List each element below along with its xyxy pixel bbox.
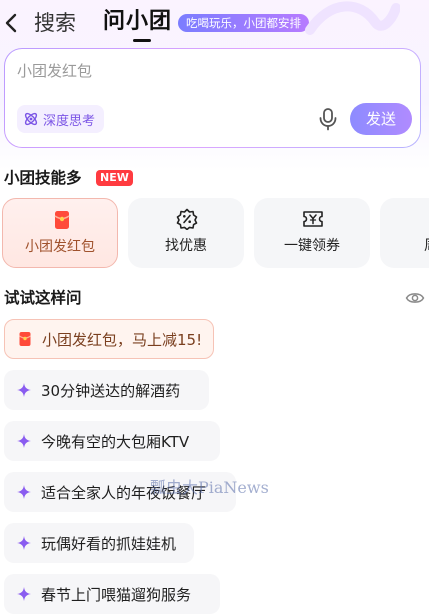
red-envelope-icon [54, 211, 70, 229]
suggestion-text: 春节上门喂猫遛狗服务 [41, 585, 192, 604]
skill-label: 找优惠 [165, 238, 207, 254]
sparkle-icon [17, 434, 31, 448]
suggestion-item[interactable]: 春节上门喂猫遛狗服务 [4, 574, 220, 614]
sparkle-icon [17, 536, 31, 550]
sparkle-icon [17, 485, 31, 499]
microphone-icon[interactable] [317, 107, 339, 131]
send-button[interactable]: 发送 [350, 103, 412, 135]
skill-card-jay-chou[interactable]: 周杰 [380, 198, 429, 268]
suggestion-item[interactable]: 今晚有空的大包厢KTV [4, 421, 220, 461]
title-tab[interactable]: 问小团 [103, 6, 173, 42]
chat-input-card: 深度思考 发送 [4, 48, 421, 148]
suggestions-section-title: 试试这样问 [4, 289, 82, 307]
skill-card-red-envelope[interactable]: 小团发红包 [2, 198, 118, 268]
suggestion-item[interactable]: 30分钟送达的解酒药 [4, 370, 209, 410]
sparkle-icon [17, 587, 31, 601]
discount-tag-icon [176, 208, 198, 230]
skills-row: 小团发红包 找优惠 一键领券 周杰 [0, 198, 429, 270]
yuan-coupon-icon [303, 211, 323, 227]
suggestion-text: 今晚有空的大包厢KTV [41, 432, 190, 451]
eye-icon[interactable] [405, 288, 425, 308]
deep-think-toggle[interactable]: 深度思考 [17, 105, 105, 133]
skill-label: 小团发红包 [25, 239, 95, 255]
skill-label: 一键领券 [284, 238, 340, 254]
header: 搜索 问小团 吃喝玩乐，小团都安排 [0, 0, 429, 46]
chevron-left-icon[interactable] [2, 10, 20, 36]
suggestion-text: 玩偶好看的抓娃娃机 [41, 534, 177, 553]
watermark: 瓢虫大PiaNews [150, 478, 269, 497]
search-tab[interactable]: 搜索 [34, 9, 76, 37]
skill-card-find-deals[interactable]: 找优惠 [128, 198, 244, 268]
page-title: 问小团 [103, 9, 173, 34]
suggestion-text: 小团发红包，马上减15! [42, 330, 203, 349]
skill-label: 周杰 [380, 236, 429, 256]
suggestion-item[interactable]: 玩偶好看的抓娃娃机 [4, 523, 194, 563]
new-badge: NEW [96, 170, 133, 186]
suggestion-text: 30分钟送达的解酒药 [41, 381, 181, 400]
skills-section-title: 小团技能多 [4, 169, 82, 187]
skill-card-coupon[interactable]: 一键领券 [254, 198, 370, 268]
chat-input[interactable] [17, 59, 397, 83]
sparkle-icon [17, 383, 31, 397]
tagline-badge: 吃喝玩乐，小团都安排 [178, 14, 309, 32]
active-tab-indicator [133, 39, 151, 42]
atom-icon [24, 112, 38, 126]
suggestion-item-hot[interactable]: 小团发红包，马上减15! [4, 319, 214, 359]
deep-think-label: 深度思考 [43, 113, 96, 129]
decorative-swirl-icon [305, 1, 400, 35]
red-envelope-icon [19, 332, 31, 346]
